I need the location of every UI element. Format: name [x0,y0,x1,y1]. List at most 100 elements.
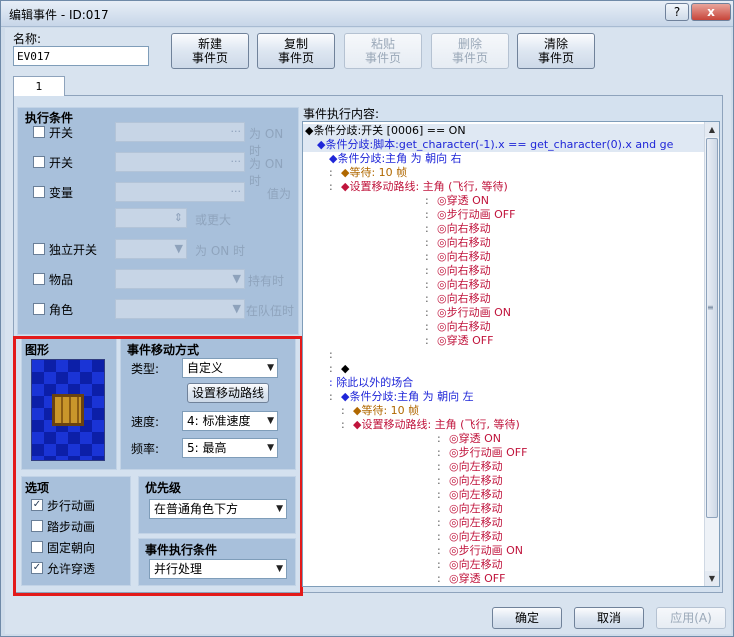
command-row[interactable]: : ◎向左移动 [303,502,705,516]
new-page-button[interactable]: 新建 事件页 [171,33,249,69]
variable-select[interactable]: ··· [115,182,245,202]
command-row[interactable]: : ◆设置移动路线: 主角 (飞行, 等待) [303,418,705,432]
switch1-select[interactable]: ··· [115,122,245,142]
command-row[interactable]: : ◆条件分歧:主角 为 朝向 左 [303,390,705,404]
command-text: ◎向右移动 [437,278,491,291]
self-switch-suffix: 为 ON 时 [195,244,246,258]
name-label: 名称: [13,32,42,46]
command-row[interactable]: : ◎步行动画 ON [303,544,705,558]
scroll-up-icon[interactable]: ▲ [705,122,719,137]
highlight-annotation [13,336,303,596]
command-text: ◎向右移动 [437,236,491,249]
command-text: ◆条件分歧:主角 为 朝向 左 [341,390,474,403]
command-row[interactable]: : ◎向右移动 [303,320,705,334]
help-button[interactable]: ? [665,3,689,21]
command-row[interactable]: ◆条件分歧:主角 为 朝向 右 [303,152,705,166]
self-switch-checkbox[interactable] [33,243,45,255]
command-row[interactable]: ◆条件分歧:开关 [0006] == ON [303,124,705,138]
indent-marker: : [341,418,345,431]
command-row[interactable]: :◆ [303,586,705,587]
delete-page-button[interactable]: 删除 事件页 [431,33,509,69]
scroll-thumb[interactable] [706,138,718,518]
actor-checkbox[interactable] [33,303,45,315]
command-row[interactable]: : ◆等待: 10 帧 [303,166,705,180]
command-row[interactable]: : ◎向左移动 [303,488,705,502]
command-row[interactable]: : ◆设置移动路线: 主角 (飞行, 等待) [303,180,705,194]
command-list-scrollbar[interactable]: ▲ ≡ ▼ [704,122,719,586]
command-row[interactable]: : ◎穿透 OFF [303,572,705,586]
indent-marker: : [425,194,429,207]
command-row[interactable]: : 除此以外的场合 [303,376,705,390]
indent-marker: : [437,432,441,445]
self-switch-select[interactable]: ▼ [115,239,187,259]
item-label: 物品 [49,273,74,287]
ok-button[interactable]: 确定 [492,607,562,629]
command-text: ◎穿透 ON [437,194,489,207]
command-row[interactable]: : ◎向左移动 [303,530,705,544]
switch2-select[interactable]: ··· [115,152,245,172]
command-row[interactable]: : ◎向左移动 [303,460,705,474]
item-suffix: 持有时 [248,274,285,288]
command-row[interactable]: : ◎穿透 ON [303,432,705,446]
variable-checkbox[interactable] [33,186,45,198]
delete-page-label2: 事件页 [451,51,488,65]
command-row[interactable]: : ◎向左移动 [303,516,705,530]
command-row[interactable]: : ◎向右移动 [303,236,705,250]
item-select[interactable]: ▼ [115,269,245,289]
switch2-checkbox[interactable] [33,156,45,168]
title-bar[interactable]: 编辑事件 - ID:017 ? x [1,1,733,27]
command-row[interactable]: : ◎向右移动 [303,278,705,292]
command-row[interactable]: : ◎穿透 OFF [303,334,705,348]
command-row[interactable]: : ◎向左移动 [303,474,705,488]
command-row[interactable]: : ◎步行动画 OFF [303,446,705,460]
cancel-button[interactable]: 取消 [574,607,644,629]
variable-more-label: 或更大 [195,213,232,227]
command-row[interactable]: : ◎步行动画 ON [303,306,705,320]
command-text: ◎步行动画 OFF [449,446,528,459]
close-button[interactable]: x [691,3,731,21]
item-checkbox[interactable] [33,273,45,285]
variable-value-spinner[interactable]: ⇕ [115,208,187,228]
command-text: ◆设置移动路线: 主角 (飞行, 等待) [353,418,520,431]
command-row[interactable]: : ◎向右移动 [303,222,705,236]
actor-select[interactable]: ▼ [115,299,245,319]
command-row[interactable]: : ◎向右移动 [303,292,705,306]
command-row[interactable]: : ◎穿透 ON [303,194,705,208]
command-row[interactable]: : ◆等待: 10 帧 [303,404,705,418]
scroll-down-icon[interactable]: ▼ [705,571,719,586]
clear-page-label1: 清除 [543,37,568,51]
clear-page-button[interactable]: 清除 事件页 [517,33,595,69]
command-row[interactable]: : ◎向左移动 [303,558,705,572]
paste-page-button[interactable]: 粘贴 事件页 [344,33,422,69]
indent-marker: : [341,404,345,417]
indent-marker: : [425,292,429,305]
variable-suffix: 值为 [267,187,292,201]
indent-marker: : [425,208,429,221]
command-text: ◆条件分歧:主角 为 朝向 右 [329,152,462,165]
indent-marker: : [425,278,429,291]
event-command-list[interactable]: ◆条件分歧:开关 [0006] == ON ◆条件分歧:脚本:get_charac… [302,121,720,587]
indent-marker: : [437,446,441,459]
command-row[interactable]: : ◎向右移动 [303,250,705,264]
command-row[interactable]: : ◎向右移动 [303,264,705,278]
chevron-down-icon: ▼ [174,242,183,255]
command-row[interactable]: ◆条件分歧:脚本:get_character(-1).x == get_char… [303,138,705,152]
switch2-suffix: 为 ON 时 [249,157,284,188]
tab-page-1[interactable]: 1 [13,76,65,96]
event-name-input[interactable] [13,46,149,66]
command-row[interactable]: : ◎步行动画 OFF [303,208,705,222]
apply-button[interactable]: 应用(A) [656,607,726,629]
switch1-checkbox[interactable] [33,126,45,138]
copy-page-label2: 事件页 [277,51,314,65]
command-row[interactable]: : [303,348,705,362]
chevron-down-icon: ▼ [232,302,241,315]
indent-marker: : [437,516,441,529]
indent-marker: : [437,558,441,571]
indent-marker: : [425,306,429,319]
command-row[interactable]: :◆ [303,362,705,376]
indent-marker: : [425,250,429,263]
copy-page-button[interactable]: 复制 事件页 [257,33,335,69]
command-text: ◎向左移动 [449,530,503,543]
command-text: ◆ [341,362,350,375]
paste-page-label2: 事件页 [364,51,401,65]
